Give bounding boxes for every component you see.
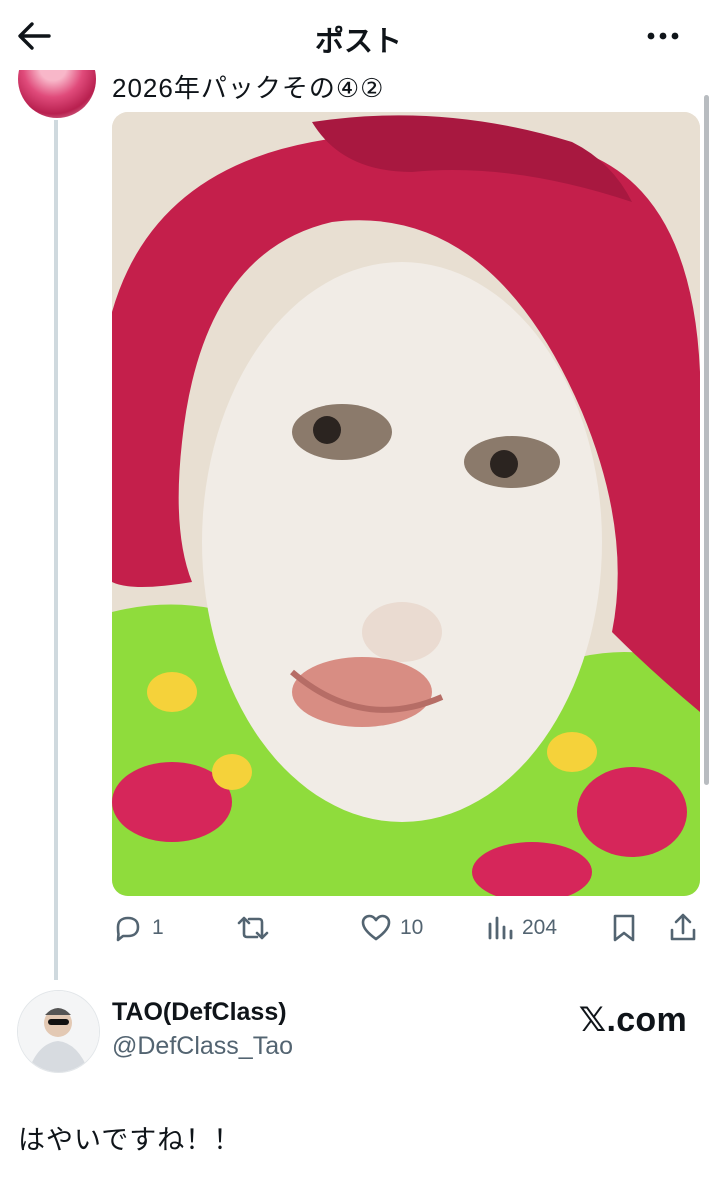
reply-author-name[interactable]: TAO(DefClass): [112, 998, 287, 1027]
scrollbar[interactable]: [704, 95, 709, 785]
bookmark-button[interactable]: [610, 908, 638, 948]
bookmark-icon: [613, 914, 635, 942]
share-button[interactable]: [668, 908, 698, 948]
reply-button[interactable]: 1: [112, 908, 164, 948]
reply-count: 1: [152, 916, 164, 939]
heart-icon: [361, 914, 391, 941]
repost-button[interactable]: [236, 908, 278, 948]
avatar-illustration: [18, 991, 99, 1072]
thread-line: [54, 120, 58, 980]
top-bar: ポスト: [0, 0, 717, 70]
x-com-logo: 𝕏.com: [578, 1001, 687, 1039]
post-actions: 1 10 204: [112, 908, 702, 948]
post-text: 2026年パックその④②: [112, 73, 385, 103]
page-title: ポスト: [314, 26, 402, 58]
reply-icon: [116, 916, 140, 942]
views-button[interactable]: 204: [486, 908, 557, 948]
more-button[interactable]: [645, 22, 685, 50]
post-image[interactable]: [112, 112, 700, 896]
reply-author-avatar[interactable]: [17, 990, 100, 1073]
reply-text: はやいですね！！: [18, 1125, 242, 1155]
reply-author-handle[interactable]: @DefClass_Tao: [112, 1032, 293, 1061]
share-icon: [670, 913, 696, 941]
like-button[interactable]: 10: [360, 908, 423, 948]
view-count: 204: [522, 916, 558, 939]
more-horizontal-icon: [647, 32, 679, 40]
repost-icon: [237, 916, 269, 940]
post-photo-illustration: [112, 112, 700, 896]
like-count: 10: [400, 916, 424, 939]
bar-chart-icon: [488, 916, 513, 940]
